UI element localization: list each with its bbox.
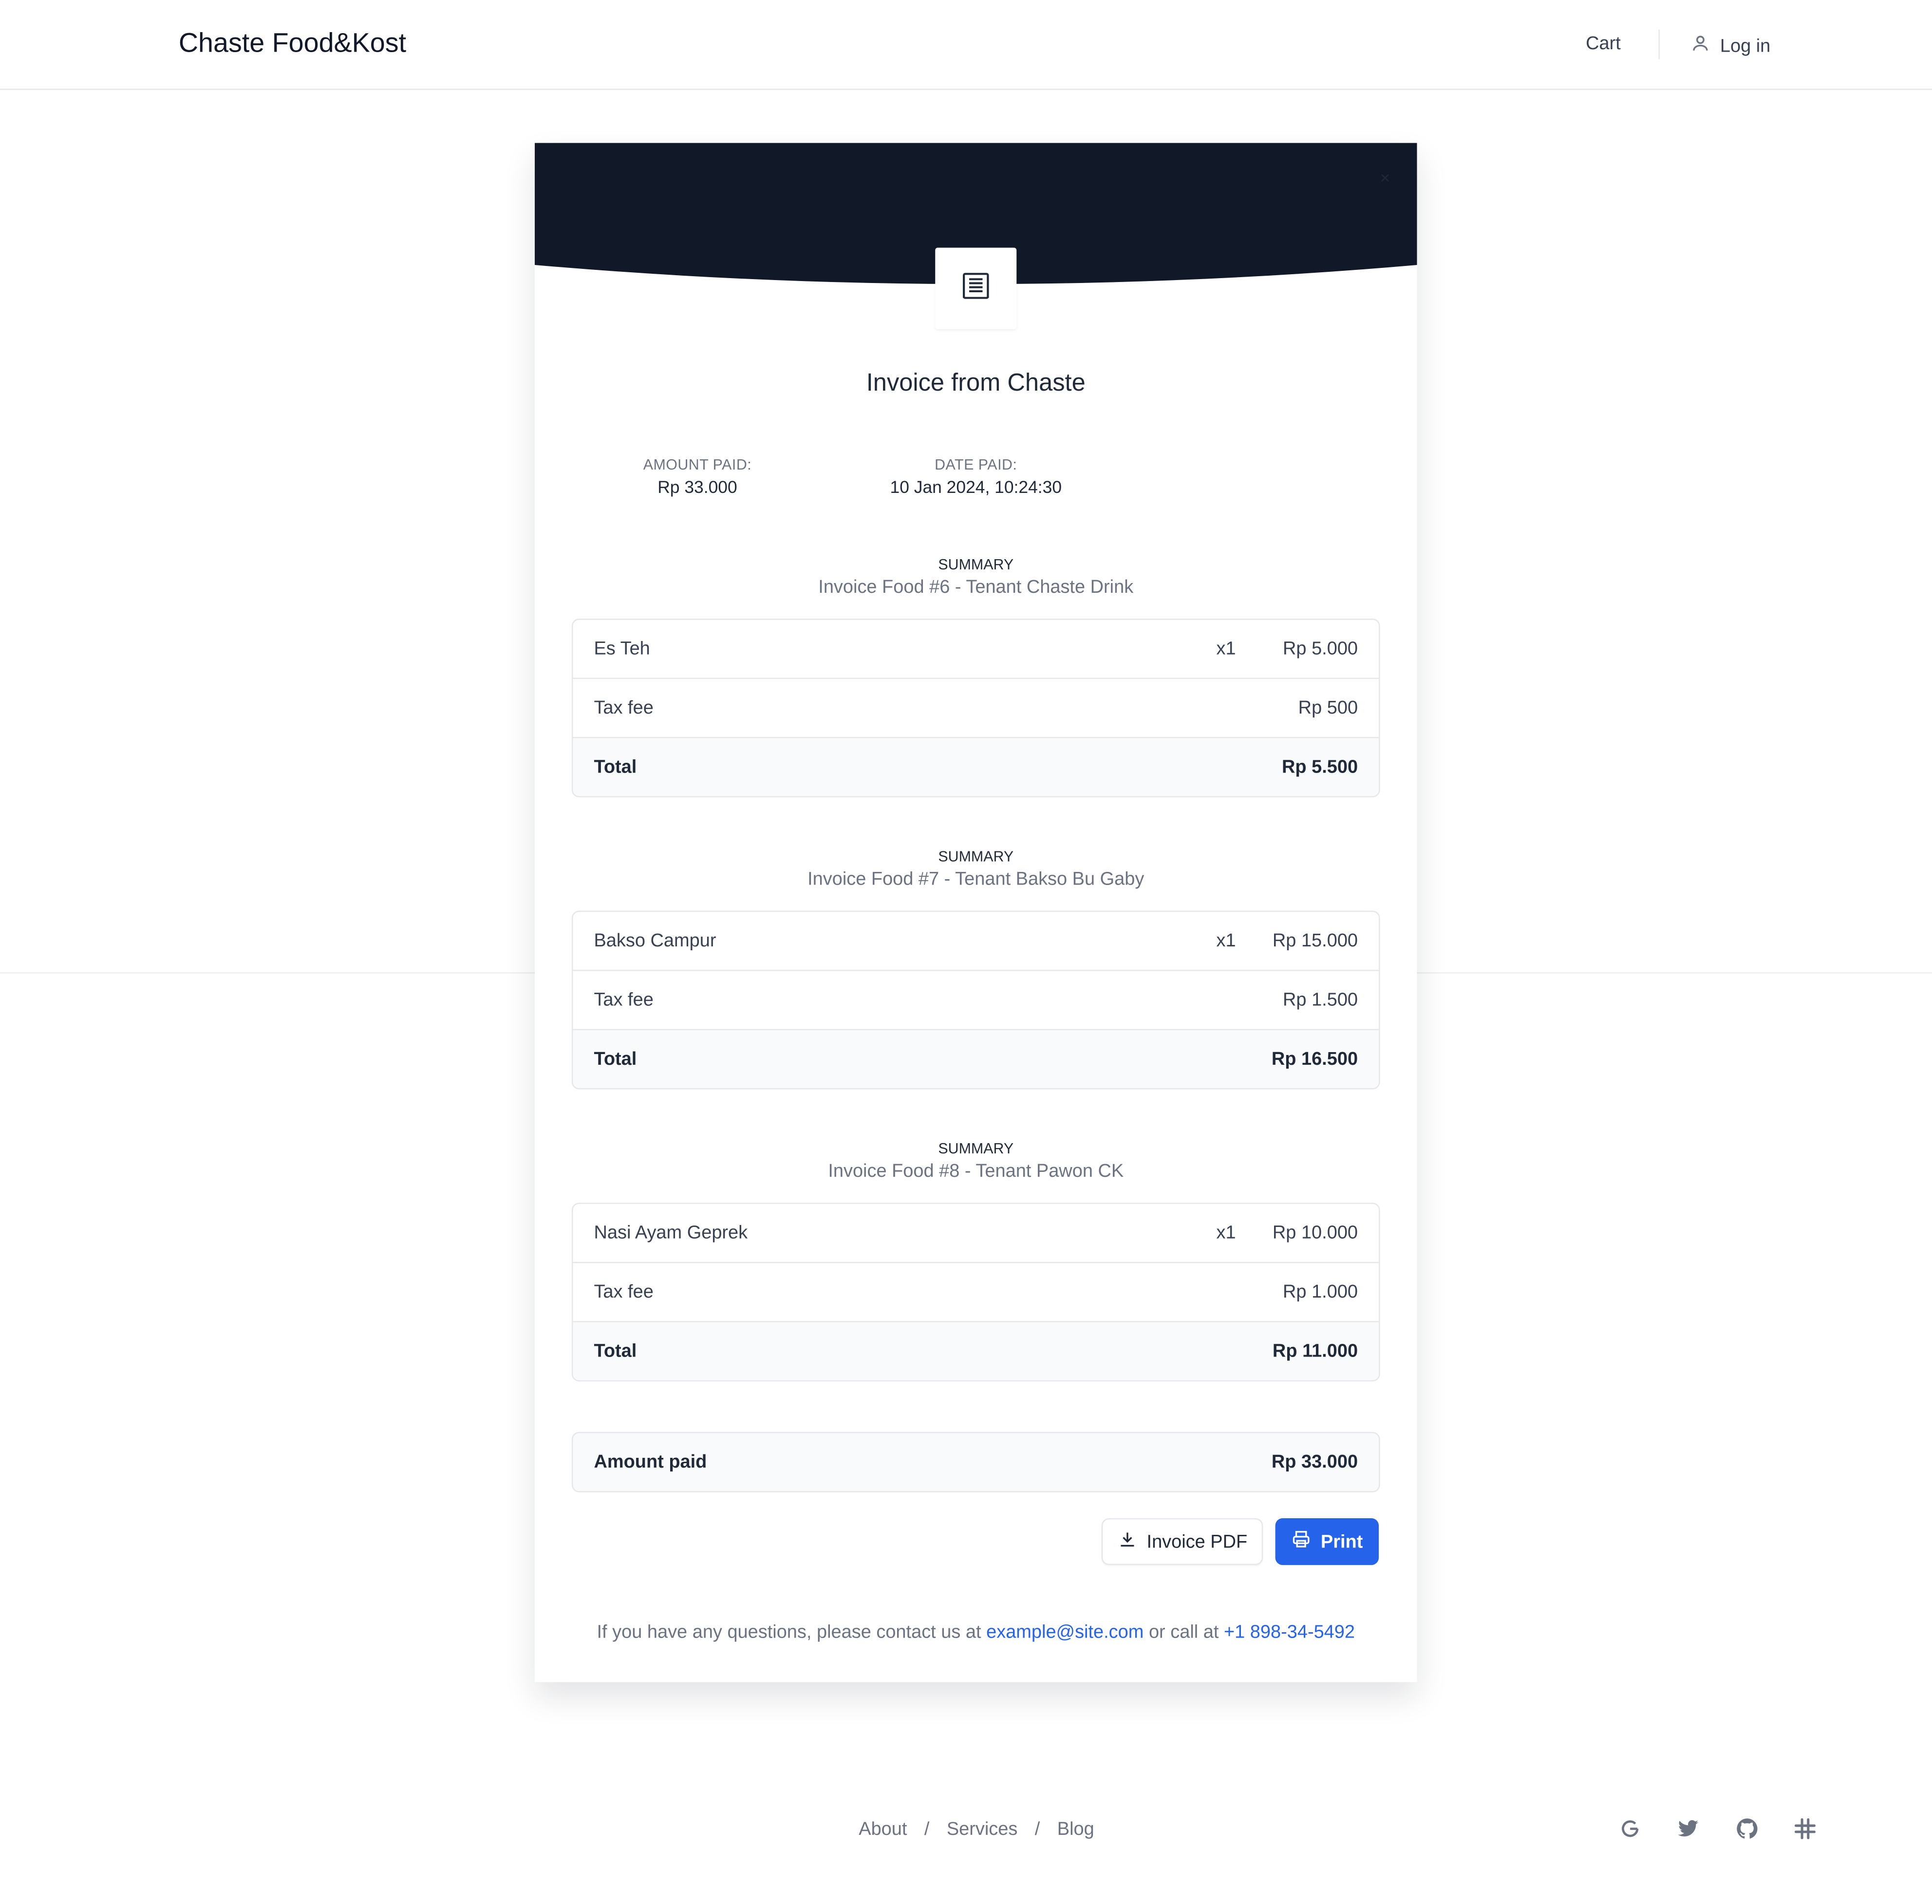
- date-paid-label: DATE PAID:: [935, 456, 1017, 473]
- contact-text: If you have any questions, please contac…: [535, 1621, 1417, 1642]
- tax-label: Tax fee: [594, 1282, 654, 1303]
- print-label: Print: [1320, 1531, 1363, 1552]
- contact-middle: or call at: [1148, 1621, 1219, 1643]
- top-navbar: Chaste Food&Kost Cart Log in: [0, 0, 1932, 90]
- slack-icon[interactable]: [1793, 1816, 1818, 1841]
- tax-amount: Rp 1.000: [1283, 1282, 1358, 1303]
- footer-link-about[interactable]: About: [859, 1819, 907, 1840]
- page: Chaste Food&Kost Cart Log in × Invoice f…: [0, 0, 1932, 1904]
- printer-icon: [1291, 1529, 1311, 1554]
- tax-row: Tax fee Rp 1.500: [573, 971, 1379, 1031]
- item-qty: x1: [1216, 1222, 1236, 1244]
- summary-header: SUMMARY Invoice Food #8 - Tenant Pawon C…: [535, 1140, 1417, 1182]
- contact-phone-link[interactable]: +1 898-34-5492: [1224, 1621, 1355, 1642]
- total-amount: Rp 5.500: [1281, 756, 1358, 778]
- footer-separator: /: [924, 1819, 930, 1840]
- item-row: Bakso Campur x1 Rp 15.000: [573, 912, 1379, 971]
- item-qty: x1: [1216, 930, 1236, 952]
- brand-logo[interactable]: Chaste Food&Kost: [179, 27, 406, 59]
- amount-paid-value: Rp 33.000: [657, 477, 737, 497]
- summary-heading: SUMMARY: [938, 556, 1014, 573]
- item-row: Nasi Ayam Geprek x1 Rp 10.000: [573, 1204, 1379, 1263]
- total-amount: Rp 16.500: [1271, 1049, 1358, 1070]
- user-icon: [1690, 33, 1710, 58]
- item-name: Bakso Campur: [594, 930, 716, 952]
- summary-title: Invoice Food #7 - Tenant Bakso Bu Gaby: [807, 868, 1144, 890]
- tax-row: Tax fee Rp 1.000: [573, 1263, 1379, 1322]
- print-button[interactable]: Print: [1275, 1518, 1379, 1565]
- tax-row: Tax fee Rp 500: [573, 679, 1379, 738]
- tax-label: Tax fee: [594, 697, 654, 718]
- receipt-icon-box: [935, 247, 1017, 329]
- footer-separator: /: [1034, 1819, 1040, 1840]
- invoice-pdf-button[interactable]: Invoice PDF: [1101, 1518, 1263, 1565]
- close-icon[interactable]: ×: [1380, 168, 1390, 187]
- amount-paid-row-label: Amount paid: [594, 1452, 707, 1473]
- date-paid-meta: DATE PAID: 10 Jan 2024, 10:24:30: [867, 456, 1084, 496]
- item-amount: Rp 10.000: [1272, 1222, 1358, 1244]
- total-label: Total: [594, 756, 637, 778]
- amount-paid-row: Amount paid Rp 33.000: [571, 1432, 1380, 1492]
- tax-amount: Rp 1.500: [1283, 989, 1358, 1011]
- tax-label: Tax fee: [594, 989, 654, 1011]
- receipt-icon: [960, 269, 992, 307]
- amount-paid-row-value: Rp 33.000: [1271, 1452, 1358, 1473]
- login-label: Log in: [1720, 35, 1771, 57]
- amount-paid-meta: AMOUNT PAID: Rp 33.000: [619, 456, 776, 496]
- item-row: Es Teh x1 Rp 5.000: [573, 620, 1379, 679]
- total-row: Total Rp 16.500: [573, 1030, 1379, 1088]
- footer-link-blog[interactable]: Blog: [1057, 1819, 1094, 1840]
- total-amount: Rp 11.000: [1272, 1340, 1358, 1362]
- github-icon[interactable]: [1735, 1816, 1760, 1841]
- item-amount: Rp 5.000: [1283, 638, 1358, 660]
- tax-amount: Rp 500: [1298, 697, 1358, 718]
- invoice-modal: × Invoice from Chaste AMOUNT PAID: Rp 33…: [535, 143, 1417, 1682]
- twitter-icon[interactable]: [1676, 1816, 1701, 1841]
- google-icon[interactable]: [1618, 1816, 1643, 1841]
- download-icon: [1117, 1529, 1137, 1554]
- summary-title: Invoice Food #6 - Tenant Chaste Drink: [818, 577, 1134, 598]
- footer-link-services[interactable]: Services: [947, 1819, 1018, 1840]
- invoice-pdf-label: Invoice PDF: [1146, 1531, 1248, 1552]
- summary-table: Nasi Ayam Geprek x1 Rp 10.000 Tax fee Rp…: [571, 1203, 1380, 1382]
- amount-paid-label: AMOUNT PAID:: [643, 456, 752, 473]
- total-label: Total: [594, 1049, 637, 1070]
- summary-header: SUMMARY Invoice Food #7 - Tenant Bakso B…: [535, 848, 1417, 890]
- total-row: Total Rp 11.000: [573, 1322, 1379, 1380]
- cart-link[interactable]: Cart: [1586, 33, 1621, 54]
- total-row: Total Rp 5.500: [573, 738, 1379, 796]
- contact-email-link[interactable]: example@site.com: [986, 1621, 1144, 1642]
- nav-divider: [1658, 29, 1660, 59]
- summary-heading: SUMMARY: [938, 848, 1014, 866]
- total-label: Total: [594, 1340, 637, 1362]
- invoice-title: Invoice from Chaste: [866, 370, 1086, 397]
- item-name: Nasi Ayam Geprek: [594, 1222, 748, 1244]
- date-paid-value: 10 Jan 2024, 10:24:30: [890, 477, 1062, 497]
- contact-prefix: If you have any questions, please contac…: [597, 1621, 981, 1643]
- item-amount: Rp 15.000: [1272, 930, 1358, 952]
- item-name: Es Teh: [594, 638, 650, 660]
- summary-title: Invoice Food #8 - Tenant Pawon CK: [828, 1161, 1124, 1182]
- summary-table: Bakso Campur x1 Rp 15.000 Tax fee Rp 1.5…: [571, 910, 1380, 1090]
- login-link[interactable]: Log in: [1690, 33, 1770, 58]
- summary-heading: SUMMARY: [938, 1140, 1014, 1157]
- summary-header: SUMMARY Invoice Food #6 - Tenant Chaste …: [535, 556, 1417, 598]
- summary-table: Es Teh x1 Rp 5.000 Tax fee Rp 500 Total …: [571, 619, 1380, 797]
- item-qty: x1: [1216, 638, 1236, 660]
